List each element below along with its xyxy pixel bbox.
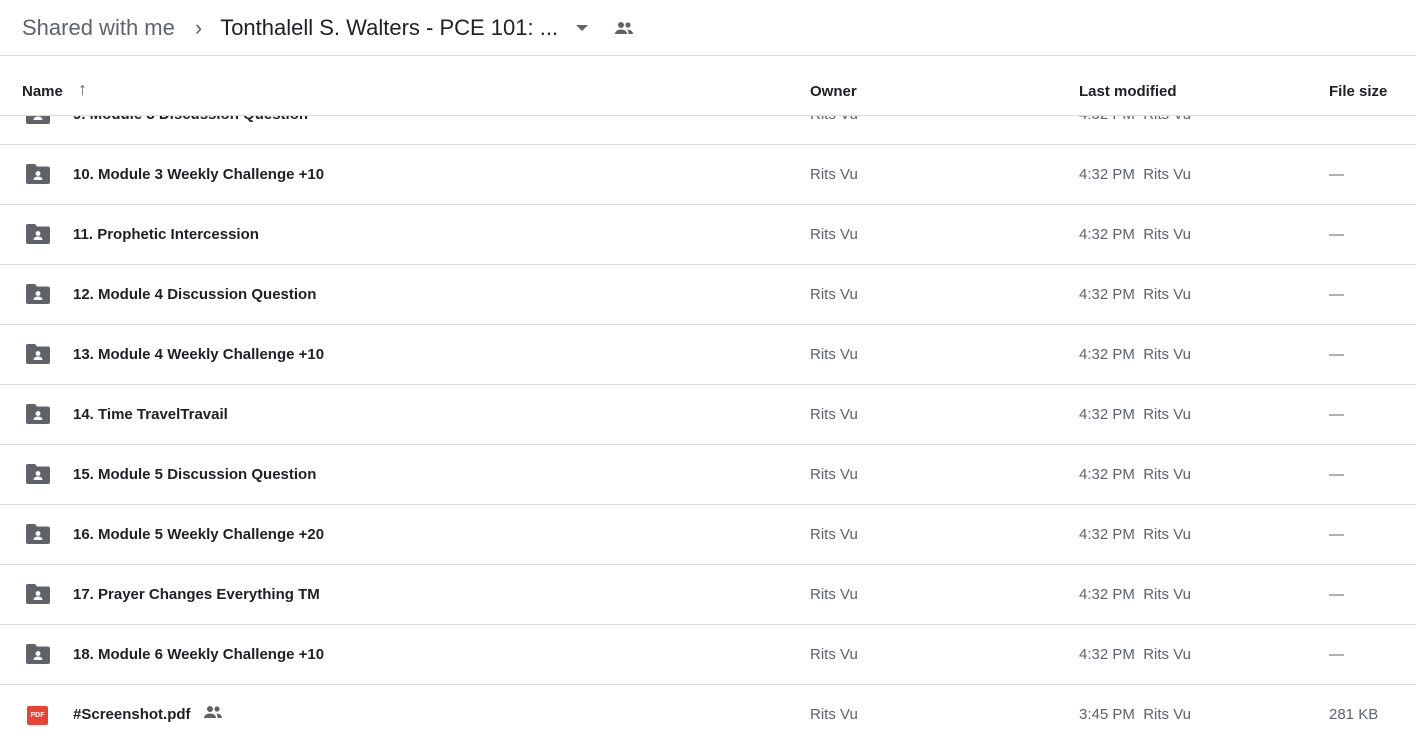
file-size: — [1329, 466, 1344, 483]
file-name[interactable]: 13. Module 4 Weekly Challenge +10 [73, 346, 324, 363]
file-name[interactable]: #Screenshot.pdf [73, 706, 191, 723]
column-header: Name ↑ Owner Last modified File size [0, 56, 1416, 116]
column-name[interactable]: Name [22, 83, 63, 100]
shared-folder-icon [26, 344, 50, 368]
file-owner: Rits Vu [810, 526, 858, 543]
file-owner: Rits Vu [810, 116, 858, 123]
file-last-modified: 4:32 PM Rits Vu [1079, 166, 1191, 183]
file-row[interactable]: 9. Module 3 Discussion Question Rits Vu 4:… [0, 116, 1416, 145]
shared-folder-icon [26, 224, 50, 248]
file-row[interactable]: PDF #Screenshot.pdf Rits Vu 3:45 PM Rits Vu… [0, 685, 1416, 741]
column-last-modified[interactable]: Last modified [1079, 83, 1177, 100]
file-size: — [1329, 286, 1344, 303]
file-list[interactable]: 9. Module 3 Discussion Question Rits Vu 4:… [0, 116, 1416, 741]
file-row[interactable]: 12. Module 4 Discussion Question Rits Vu 4… [0, 265, 1416, 325]
file-size: — [1329, 646, 1344, 663]
file-last-modified: 4:32 PM Rits Vu [1079, 406, 1191, 423]
breadcrumb-shared-with-me[interactable]: Shared with me [22, 15, 175, 41]
column-file-size[interactable]: File size [1329, 83, 1387, 100]
shared-folder-icon [26, 404, 50, 428]
breadcrumb-current-folder[interactable]: Tonthalell S. Walters - PCE 101: ... [220, 15, 558, 41]
file-name[interactable]: 14. Time TravelTravail [73, 406, 228, 423]
file-last-modified: 4:32 PM Rits Vu [1079, 586, 1191, 603]
shared-people-icon [615, 21, 634, 34]
file-row[interactable]: 10. Module 3 Weekly Challenge +10 Rits Vu… [0, 145, 1416, 205]
file-size: — [1329, 346, 1344, 363]
shared-folder-icon [26, 644, 50, 668]
chevron-right-icon: › [194, 14, 203, 40]
file-last-modified: 4:32 PM Rits Vu [1079, 346, 1191, 363]
file-owner: Rits Vu [810, 586, 858, 603]
file-owner: Rits Vu [810, 646, 858, 663]
file-owner: Rits Vu [810, 286, 858, 303]
file-last-modified: 4:32 PM Rits Vu [1079, 116, 1191, 123]
file-size: — [1329, 116, 1344, 123]
breadcrumb-bar: Shared with me › Tonthalell S. Walters -… [0, 0, 1416, 56]
file-owner: Rits Vu [810, 466, 858, 483]
file-name[interactable]: 9. Module 3 Discussion Question [73, 116, 308, 123]
shared-folder-icon [26, 524, 50, 548]
file-name[interactable]: 12. Module 4 Discussion Question [73, 286, 316, 303]
file-owner: Rits Vu [810, 406, 858, 423]
file-row[interactable]: 18. Module 6 Weekly Challenge +10 Rits Vu… [0, 625, 1416, 685]
file-owner: Rits Vu [810, 706, 858, 723]
file-name[interactable]: 17. Prayer Changes Everything TM [73, 586, 320, 603]
file-name[interactable]: 15. Module 5 Discussion Question [73, 466, 316, 483]
file-name[interactable]: 11. Prophetic Intercession [73, 226, 259, 243]
file-owner: Rits Vu [810, 166, 858, 183]
file-last-modified: 4:32 PM Rits Vu [1079, 646, 1191, 663]
file-last-modified: 4:32 PM Rits Vu [1079, 226, 1191, 243]
file-size: — [1329, 406, 1344, 423]
file-last-modified: 4:32 PM Rits Vu [1079, 466, 1191, 483]
file-name[interactable]: 18. Module 6 Weekly Challenge +10 [73, 646, 324, 663]
sort-ascending-icon[interactable]: ↑ [78, 79, 87, 100]
file-size: — [1329, 166, 1344, 183]
file-row[interactable]: 14. Time TravelTravail Rits Vu 4:32 PM Rit… [0, 385, 1416, 445]
file-last-modified: 4:32 PM Rits Vu [1079, 286, 1191, 303]
shared-folder-icon [26, 584, 50, 608]
file-owner: Rits Vu [810, 226, 858, 243]
file-size: — [1329, 586, 1344, 603]
file-row[interactable]: 16. Module 5 Weekly Challenge +20 Rits Vu… [0, 505, 1416, 565]
shared-people-icon [203, 705, 223, 723]
file-row[interactable]: 13. Module 4 Weekly Challenge +10 Rits Vu… [0, 325, 1416, 385]
shared-folder-icon [26, 164, 50, 188]
file-owner: Rits Vu [810, 346, 858, 363]
file-name[interactable]: 10. Module 3 Weekly Challenge +10 [73, 166, 324, 183]
file-size: — [1329, 526, 1344, 543]
column-owner[interactable]: Owner [810, 83, 857, 100]
shared-folder-icon [26, 464, 50, 488]
file-last-modified: 4:32 PM Rits Vu [1079, 526, 1191, 543]
shared-folder-icon [26, 116, 50, 128]
pdf-file-icon: PDF [27, 706, 48, 725]
file-size: — [1329, 226, 1344, 243]
dropdown-caret-icon[interactable] [576, 24, 589, 31]
file-name[interactable]: 16. Module 5 Weekly Challenge +20 [73, 526, 324, 543]
file-last-modified: 3:45 PM Rits Vu [1079, 706, 1191, 723]
file-row[interactable]: 17. Prayer Changes Everything TM Rits Vu 4… [0, 565, 1416, 625]
file-row[interactable]: 15. Module 5 Discussion Question Rits Vu 4… [0, 445, 1416, 505]
file-size: 281 KB [1329, 706, 1379, 723]
file-row[interactable]: 11. Prophetic Intercession Rits Vu 4:32 PM… [0, 205, 1416, 265]
shared-folder-icon [26, 284, 50, 308]
